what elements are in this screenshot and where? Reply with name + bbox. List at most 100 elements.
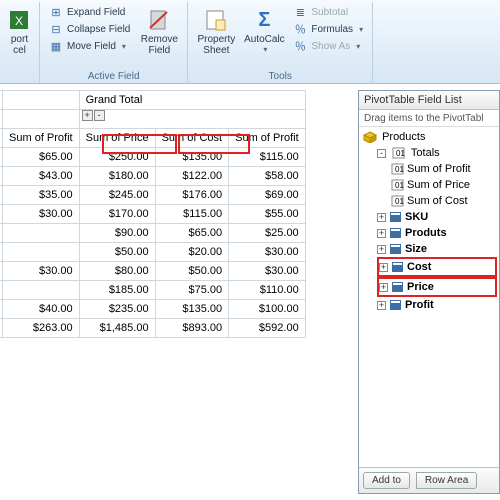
tree-totals[interactable]: - 01 Totals 01Sum of Profit 01Sum of Pri… [377,145,497,209]
cell[interactable]: $35.00 [3,186,80,205]
chevron-down-icon: ▾ [359,25,363,34]
tree-price[interactable]: +Price [377,277,497,297]
col-sum-profit-2[interactable]: Sum of Profit [229,129,306,148]
expand-icon[interactable]: + [377,301,386,310]
cell[interactable]: $180.00 [79,167,155,186]
cell[interactable]: $115.00 [229,148,306,167]
expand-icon[interactable]: + [379,263,388,272]
outline-plus[interactable]: + [82,110,93,121]
cell[interactable]: $30.00 [229,262,306,281]
cell[interactable]: $50.00 [155,262,229,281]
remove-field-label: Remove Field [141,34,178,56]
cell[interactable]: $55.00 [229,205,306,224]
table-row[interactable]: $35.00$90.00$65.00$25.00 [0,224,305,243]
cell[interactable] [3,243,80,262]
collapse-field-label: Collapse Field [67,24,130,35]
cell[interactable] [3,281,80,300]
tree-produts[interactable]: +Produts [377,225,497,241]
collapse-field-button[interactable]: ⊟ Collapse Field [46,21,133,37]
cell[interactable]: $20.00 [155,243,229,262]
subtotal-label: Subtotal [311,7,348,18]
tree-sum-cost[interactable]: 01Sum of Cost [391,193,497,209]
table-row[interactable]: $457.00$263.00$1,485.00$893.00$592.00 [0,319,305,338]
table-row[interactable]: $60.00$30.00$170.00$115.00$55.00 [0,205,305,224]
col-sum-profit-1[interactable]: Sum of Profit [3,129,80,148]
expand-icon[interactable]: + [377,245,386,254]
subtotal-button[interactable]: ≣ Subtotal [290,4,366,20]
cell[interactable] [3,224,80,243]
cell[interactable]: $40.00 [3,300,80,319]
pivot-grid[interactable]: Grand Total + - n of Cost Sum of Profit … [0,90,306,338]
cell[interactable]: $893.00 [155,319,229,338]
cell[interactable]: $135.00 [155,148,229,167]
row-area-button[interactable]: Row Area [416,472,477,489]
tree-sum-profit[interactable]: 01Sum of Profit [391,161,497,177]
tree-sku-label: SKU [405,211,428,223]
table-row[interactable]: $65.00$40.00$235.00$135.00$100.00 [0,300,305,319]
expand-icon[interactable]: + [377,213,386,222]
table-row[interactable]: $185.00$75.00$110.00 [0,281,305,300]
expand-field-label: Expand Field [67,7,125,18]
move-field-button[interactable]: ▦ Move Field ▾ [46,38,133,54]
cell[interactable]: $50.00 [79,243,155,262]
cell[interactable]: $122.00 [155,167,229,186]
cell[interactable]: $176.00 [155,186,229,205]
add-to-button[interactable]: Add to [363,472,410,489]
tree-products[interactable]: Products - 01 Totals 01Sum of Profit 01S… [363,129,497,313]
field-tree[interactable]: Products - 01 Totals 01Sum of Profit 01S… [359,127,499,467]
cell[interactable]: $115.00 [155,205,229,224]
col-sum-price[interactable]: Sum of Price [79,129,155,148]
expand-icon[interactable]: + [377,229,386,238]
tree-sku[interactable]: + SKU [377,209,497,225]
tree-sum-price[interactable]: 01Sum of Price [391,177,497,193]
cell[interactable]: $135.00 [155,300,229,319]
cell[interactable]: $80.00 [79,262,155,281]
cell[interactable]: $263.00 [3,319,80,338]
cell[interactable]: $65.00 [3,148,80,167]
formulas-icon: ％ [293,22,307,36]
showas-button[interactable]: ％ Show As ▾ [290,38,366,54]
table-row[interactable]: $50.00$30.00$80.00$50.00$30.00 [0,262,305,281]
cell[interactable]: $25.00 [229,224,306,243]
table-row[interactable]: $82.00$43.00$180.00$122.00$58.00 [0,167,305,186]
ribbon: X port cel ⊞ Expand Field ⊟ Collapse Fie… [0,0,500,84]
property-sheet-button[interactable]: Property Sheet [194,4,238,58]
property-icon [202,6,230,34]
cell[interactable]: $90.00 [79,224,155,243]
field-list-pane: PivotTable Field List Drag items to the … [358,90,500,494]
cell[interactable]: $58.00 [229,167,306,186]
expand-field-button[interactable]: ⊞ Expand Field [46,4,133,20]
collapse-icon: ⊟ [49,22,63,36]
autocalc-button[interactable]: Σ AutoCalc ▾ [242,4,286,56]
formulas-button[interactable]: ％ Formulas ▾ [290,21,366,37]
cell[interactable]: $110.00 [229,281,306,300]
tree-cost[interactable]: +Cost [377,257,497,277]
outline-minus[interactable]: - [94,110,105,121]
cell[interactable]: $75.00 [155,281,229,300]
table-row[interactable]: $80.00$35.00$245.00$176.00$69.00 [0,186,305,205]
cell[interactable]: $235.00 [79,300,155,319]
table-row[interactable]: $85.00$65.00$250.00$135.00$115.00 [0,148,305,167]
expand-icon[interactable]: + [379,283,388,292]
cell[interactable]: $170.00 [79,205,155,224]
export-button[interactable]: X port cel [0,4,42,58]
collapse-icon[interactable]: - [377,149,386,158]
cell[interactable]: $30.00 [3,262,80,281]
cell[interactable]: $65.00 [155,224,229,243]
cell[interactable]: $245.00 [79,186,155,205]
cell[interactable]: $100.00 [229,300,306,319]
cell[interactable]: $1,485.00 [79,319,155,338]
tree-size[interactable]: +Size [377,241,497,257]
tree-profit[interactable]: +Profit [377,297,497,313]
col-sum-cost[interactable]: Sum of Cost [155,129,229,148]
cell[interactable]: $30.00 [3,205,80,224]
cell[interactable]: $69.00 [229,186,306,205]
cell[interactable]: $250.00 [79,148,155,167]
cell[interactable]: $30.00 [229,243,306,262]
remove-field-button[interactable]: Remove Field [137,4,181,58]
table-row[interactable]: $50.00$20.00$30.00 [0,243,305,262]
cell[interactable]: $592.00 [229,319,306,338]
svg-text:01: 01 [395,165,404,174]
cell[interactable]: $185.00 [79,281,155,300]
cell[interactable]: $43.00 [3,167,80,186]
